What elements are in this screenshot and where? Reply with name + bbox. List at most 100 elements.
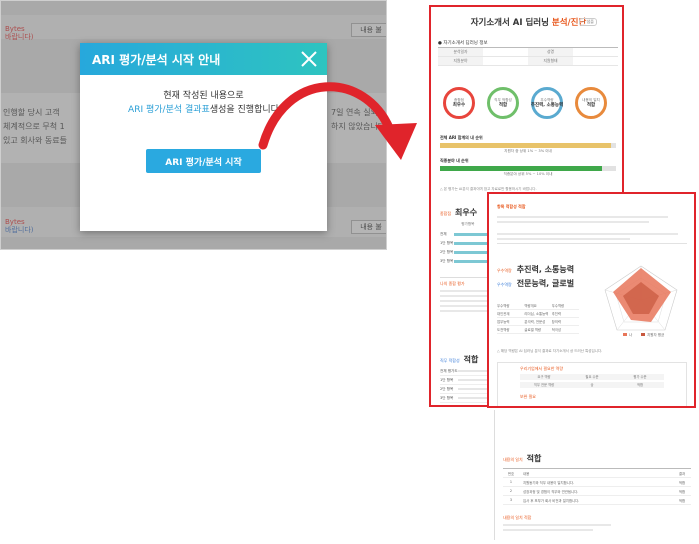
text-line xyxy=(503,524,611,526)
overall-title: 최우수 xyxy=(455,208,478,217)
bar-1-note: 지원자 중 상위 1% ~ 3% 이내 xyxy=(504,149,552,153)
required-competency-cell: 상 xyxy=(590,383,594,387)
consistency-cell-no: 번호 xyxy=(507,471,515,476)
fit-kicker: 직무 적합성 xyxy=(440,358,460,363)
competency-table-cell: 리더십, 소통능력 xyxy=(524,312,549,316)
info-cell: 분석일자 xyxy=(438,48,483,56)
mini-table-head-cell: 평가항목 xyxy=(461,222,475,226)
report-page-2: 항목 적합성 적합 우수역량 추진력, 소통능력 우수역량 전문능력, 글로벌 우수역… xyxy=(487,192,696,408)
competency-lines: 우수역량 추진력, 소통능력 우수역량 전문능력, 글로벌 xyxy=(497,264,574,292)
info-row: 지원분야 지원형태 xyxy=(438,57,618,66)
mini-row-label: 3단 항목 xyxy=(440,259,454,263)
competency-table-cell: 글로벌 역량 xyxy=(524,328,542,332)
consistency-kicker: 내용의 일치 xyxy=(503,457,523,462)
ari-start-button[interactable]: ARI 평가/분석 시작 xyxy=(146,149,261,173)
radar-chart: 나 지원자 평균 xyxy=(604,265,678,337)
score-circle: 내용의 일치 적합 xyxy=(575,87,607,119)
info-cell xyxy=(573,48,618,56)
report-page-3: 내용의 일치 적합 번호 내용 결과 1 지원동기와 직무 내용이 일치합니다. 적합 2 성장… xyxy=(494,410,696,540)
modal-header: ARI 평가/분석 시작 안내 xyxy=(80,43,327,75)
consistency-row: 1 지원동기와 직무 내용이 일치합니다. 적합 xyxy=(503,478,691,487)
score-circles: 종합점 최우수 직무 적합성 적합 우수역량 추진력, 소통능력 내용의 일치 적합 xyxy=(443,83,613,131)
competency-table-cell: 역량개요 xyxy=(524,304,537,308)
fit-title: 적합 xyxy=(463,355,479,364)
consistency-cell-content: 내용 xyxy=(523,471,530,476)
radar-legend-me: 나 xyxy=(629,332,633,337)
modal-title: ARI 평가/분석 시작 안내 xyxy=(92,52,221,67)
consistency-heading: 내용의 일치 적합 xyxy=(503,446,541,465)
text-line xyxy=(497,216,668,218)
bar-2-track xyxy=(440,166,616,171)
required-competency-box: 우리기업에서 필요한 역량 요구 역량 필요 수준 평가 수준 직무 전문 역량 상 적합… xyxy=(497,362,687,406)
mini-row-label: 2단 항목 xyxy=(440,250,454,254)
ari-start-label: ARI 평가/분석 시작 xyxy=(165,157,242,168)
overall-kicker: 종합점 xyxy=(440,211,452,216)
competency-kicker: 우수역량 xyxy=(497,282,512,287)
text-line xyxy=(503,529,593,531)
competency-table-cell: 우수역량 xyxy=(497,304,510,308)
consistency-title: 적합 xyxy=(526,454,542,463)
text-line xyxy=(497,221,649,223)
consistency-cell-result: 적합 xyxy=(678,498,686,503)
fit-row-label: 전체 평가도 xyxy=(440,368,458,373)
text-line xyxy=(440,310,491,312)
required-competency-cell: 평가 수준 xyxy=(633,375,647,379)
competency-table-row: 도전역량 글로벌 역량 적극성 xyxy=(497,326,579,334)
competency-table-row: 우수역량 역량개요 우수역량 xyxy=(497,302,579,310)
competency-line: 우수역량 전문능력, 글로벌 xyxy=(497,278,574,289)
bar-2-label: 직종분야 내 순위 xyxy=(440,158,469,163)
required-competency-rows: 요구 역량 필요 수준 평가 수준 직무 전문 역량 상 적합 xyxy=(498,374,686,388)
score-circle: 종합점 최우수 xyxy=(443,87,475,119)
info-caption: ● 자기소개서 딥러닝 정보 xyxy=(438,41,488,46)
competency-table-cell: 도전역량 xyxy=(497,328,510,332)
required-competency-cell: 직무 전문 역량 xyxy=(533,383,555,387)
competency-table-cell: 창의력 xyxy=(551,320,562,324)
competency-table-row: 대인관계 리더십, 소통능력 추진력 xyxy=(497,310,579,318)
close-icon[interactable] xyxy=(299,49,319,69)
required-competency-title: 우리기업에서 필요한 역량 xyxy=(520,366,564,371)
radar-legend-avg: 지원자 평균 xyxy=(647,332,665,337)
competency-value: 추진력, 소통능력 xyxy=(516,265,575,274)
required-competency-cell: 필요 수준 xyxy=(585,375,599,379)
consistency-subheading: 내용의 일치 적합 xyxy=(503,515,532,520)
mini-row-label: 1단 항목 xyxy=(440,241,454,245)
consistency-text xyxy=(503,524,623,534)
mini-row-label: 전체 xyxy=(440,232,447,236)
fit-row-label: 3단 항목 xyxy=(440,395,454,400)
competency-value: 전문능력, 글로벌 xyxy=(516,279,575,288)
score-circle-value: 최우수 xyxy=(452,102,466,108)
competency-table-cell: 대인관계 xyxy=(497,312,510,316)
strength-section: 항목 적합성 적합 xyxy=(497,204,687,244)
bar-1-fill xyxy=(440,143,611,148)
required-competency-cell: 적합 xyxy=(636,383,644,387)
required-competency-row: 직무 전문 역량 상 적합 xyxy=(520,382,664,388)
consistency-cell-content: 성장과정 및 경험이 직무와 연관됩니다. xyxy=(523,489,579,494)
info-cell: 지원형태 xyxy=(528,57,573,65)
report-title-main: 자기소개서 AI 딥러닝 xyxy=(470,18,549,28)
text-line xyxy=(497,238,630,240)
info-cell xyxy=(483,57,528,65)
competency-table-cell: 우수역량 xyxy=(551,304,565,308)
consistency-row: 2 성장과정 및 경험이 직무와 연관됩니다. 적합 xyxy=(503,487,691,496)
competency-line: 우수역량 추진력, 소통능력 xyxy=(497,264,574,275)
consistency-cell-content: 지원동기와 직무 내용이 일치합니다. xyxy=(523,480,575,485)
consistency-cell-no: 3 xyxy=(509,498,513,502)
score-circle: 우수역량 추진력, 소통능력 xyxy=(531,87,563,119)
required-competency-row: 요구 역량 필요 수준 평가 수준 xyxy=(520,374,664,380)
info-cell xyxy=(573,57,618,65)
consistency-cell-result: 적합 xyxy=(678,489,686,494)
curved-arrow-icon xyxy=(258,82,417,160)
score-circle-value: 적합 xyxy=(586,102,596,108)
score-circle-value: 적합 xyxy=(498,102,508,108)
bar-1-track xyxy=(440,143,616,148)
competency-table: 우수역량 역량개요 우수역량 대인관계 리더십, 소통능력 추진력 업무능력 분석력, 전문성… xyxy=(497,302,579,334)
consistency-cell-result: 결과 xyxy=(678,471,686,476)
info-table: 분석일자 성명지원분야 지원형태 xyxy=(438,47,618,66)
strength-heading: 항목 적합성 적합 xyxy=(497,204,526,209)
info-row: 분석일자 성명 xyxy=(438,48,618,57)
info-cell: 지원분야 xyxy=(438,57,483,65)
info-cell: 성명 xyxy=(528,48,573,56)
consistency-cell-content: 입사 후 포부가 회사 비전과 일치합니다. xyxy=(523,498,580,503)
competency-table-row: 업무능력 분석력, 전문성 창의력 xyxy=(497,318,579,326)
competency-kicker: 우수역량 xyxy=(497,268,512,273)
